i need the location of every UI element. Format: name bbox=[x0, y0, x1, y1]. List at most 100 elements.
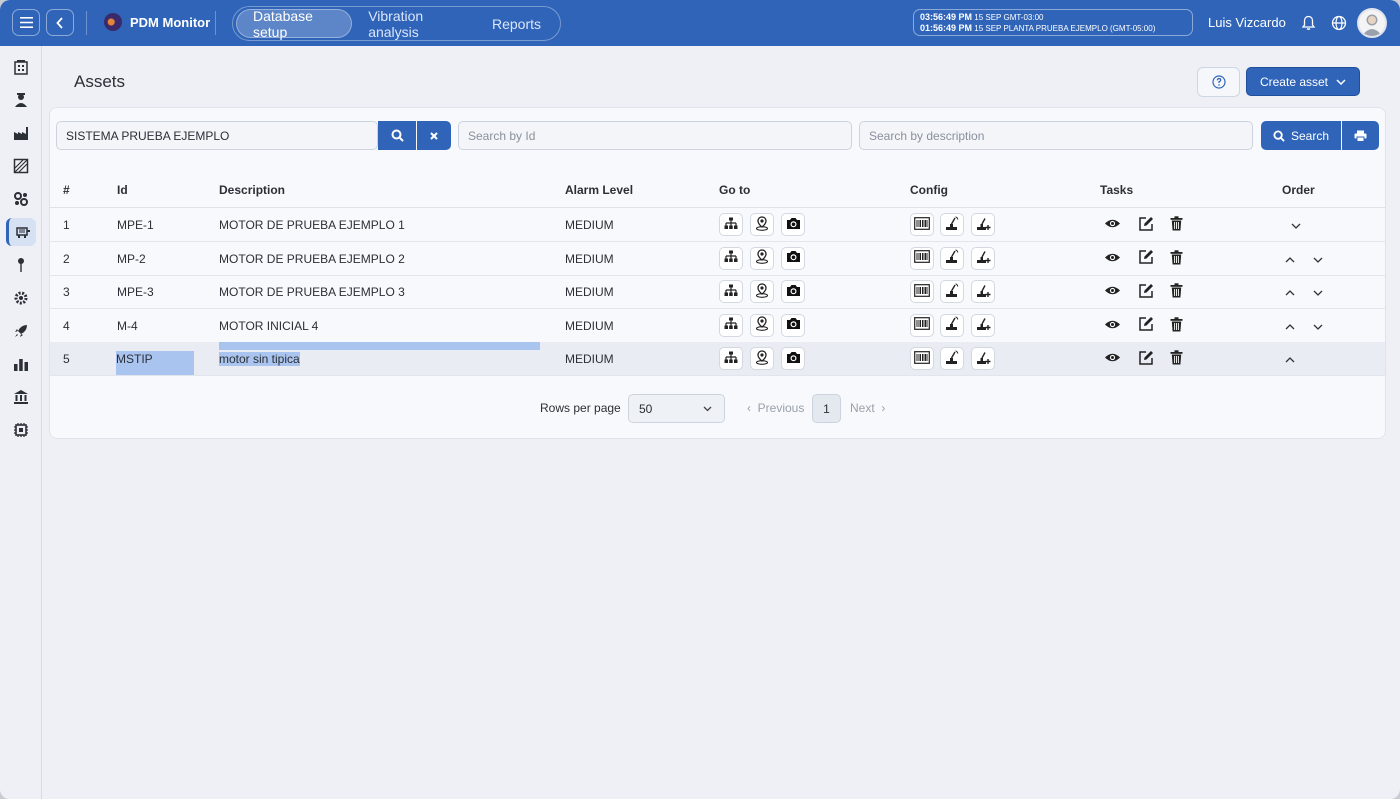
sidebar-item-assets[interactable] bbox=[6, 218, 36, 246]
move-up-button[interactable] bbox=[1279, 348, 1301, 370]
delete-button[interactable] bbox=[1165, 348, 1187, 370]
menu-button[interactable] bbox=[12, 9, 40, 36]
globe-icon[interactable] bbox=[1327, 11, 1351, 35]
delete-button[interactable] bbox=[1165, 214, 1187, 236]
view-button[interactable] bbox=[1101, 348, 1123, 370]
sidebar-item-components[interactable] bbox=[6, 284, 36, 312]
avatar[interactable] bbox=[1357, 8, 1387, 38]
goto-location-button[interactable] bbox=[750, 280, 774, 304]
system-clear-button[interactable] bbox=[417, 121, 451, 150]
sidebar-item-launch[interactable] bbox=[6, 317, 36, 345]
print-button[interactable] bbox=[1342, 121, 1379, 150]
goto-hierarchy-button[interactable] bbox=[719, 213, 743, 236]
sidebar-item-devices[interactable] bbox=[6, 416, 36, 444]
table-row[interactable]: 5 MSTIP motor sin tipica MEDIUM bbox=[50, 342, 1385, 377]
move-up-button[interactable] bbox=[1279, 248, 1301, 270]
system-search-button[interactable] bbox=[378, 121, 416, 150]
goto-location-button[interactable] bbox=[750, 246, 774, 270]
sidebar-item-plants[interactable] bbox=[6, 119, 36, 147]
tab-database-setup[interactable]: Database setup bbox=[236, 8, 353, 40]
delete-button[interactable] bbox=[1165, 315, 1187, 337]
asset-id[interactable]: MP-2 bbox=[117, 252, 146, 266]
config-barcode-button[interactable] bbox=[910, 246, 934, 270]
move-up-button[interactable] bbox=[1279, 315, 1301, 337]
sidebar-item-reports[interactable] bbox=[6, 350, 36, 378]
create-asset-button[interactable]: Create asset bbox=[1246, 67, 1360, 96]
rows-per-page-select[interactable]: 50 bbox=[628, 394, 725, 423]
tab-vibration-analysis[interactable]: Vibration analysis bbox=[352, 8, 476, 40]
config-barcode-button[interactable] bbox=[910, 347, 934, 371]
goto-photo-button[interactable] bbox=[781, 280, 805, 304]
back-button[interactable] bbox=[46, 9, 74, 36]
search-id-input[interactable]: Search by Id bbox=[458, 121, 852, 150]
search-button[interactable]: Search bbox=[1261, 121, 1341, 150]
system-filter-input[interactable]: SISTEMA PRUEBA EJEMPLO bbox=[56, 121, 378, 150]
user-name[interactable]: Luis Vizcardo bbox=[1208, 15, 1286, 30]
edit-button[interactable] bbox=[1135, 315, 1157, 337]
config-add-sensor-button[interactable] bbox=[971, 313, 995, 337]
goto-hierarchy-button[interactable] bbox=[719, 280, 743, 304]
move-down-button[interactable] bbox=[1307, 281, 1329, 303]
edit-button[interactable] bbox=[1135, 214, 1157, 236]
edit-button[interactable] bbox=[1135, 348, 1157, 370]
sidebar-item-institution[interactable] bbox=[6, 383, 36, 411]
tab-reports[interactable]: Reports bbox=[476, 9, 557, 38]
config-add-sensor-button[interactable] bbox=[971, 213, 995, 236]
asset-description[interactable]: motor sin tipica bbox=[219, 352, 300, 367]
edit-button[interactable] bbox=[1135, 281, 1157, 303]
asset-id[interactable]: MPE-3 bbox=[117, 285, 154, 299]
config-barcode-button[interactable] bbox=[910, 313, 934, 337]
goto-photo-button[interactable] bbox=[781, 246, 805, 270]
delete-button[interactable] bbox=[1165, 248, 1187, 270]
edit-button[interactable] bbox=[1135, 248, 1157, 270]
goto-hierarchy-button[interactable] bbox=[719, 347, 743, 371]
sidebar-item-company[interactable] bbox=[6, 53, 36, 81]
view-button[interactable] bbox=[1101, 214, 1123, 236]
goto-hierarchy-button[interactable] bbox=[719, 246, 743, 270]
move-down-button[interactable] bbox=[1307, 248, 1329, 270]
asset-description[interactable]: MOTOR DE PRUEBA EJEMPLO 1 bbox=[219, 218, 405, 232]
config-barcode-button[interactable] bbox=[910, 280, 934, 304]
search-description-input[interactable]: Search by description bbox=[859, 121, 1253, 150]
goto-photo-button[interactable] bbox=[781, 213, 805, 236]
page-number-button[interactable]: 1 bbox=[812, 394, 841, 423]
view-button[interactable] bbox=[1101, 315, 1123, 337]
asset-id[interactable]: MPE-1 bbox=[117, 218, 154, 232]
goto-photo-button[interactable] bbox=[781, 313, 805, 337]
view-button[interactable] bbox=[1101, 281, 1123, 303]
bell-icon[interactable] bbox=[1296, 11, 1320, 35]
table-row[interactable]: 4 M-4 MOTOR INICIAL 4 MEDIUM bbox=[50, 309, 1385, 343]
next-page-button[interactable]: Next › bbox=[850, 401, 885, 415]
table-row[interactable]: 2 MP-2 MOTOR DE PRUEBA EJEMPLO 2 MEDIUM bbox=[50, 242, 1385, 276]
config-sensor-button[interactable] bbox=[940, 213, 964, 236]
move-down-button[interactable] bbox=[1285, 214, 1307, 236]
asset-id[interactable]: MSTIP bbox=[116, 351, 194, 376]
sidebar-item-systems[interactable] bbox=[6, 185, 36, 213]
previous-page-button[interactable]: ‹ Previous bbox=[747, 401, 804, 415]
sidebar-item-users[interactable] bbox=[6, 86, 36, 114]
asset-description[interactable]: MOTOR DE PRUEBA EJEMPLO 2 bbox=[219, 252, 405, 266]
config-barcode-button[interactable] bbox=[910, 213, 934, 236]
brand[interactable]: PDM Monitor bbox=[104, 13, 210, 31]
asset-description[interactable]: MOTOR DE PRUEBA EJEMPLO 3 bbox=[219, 285, 405, 299]
goto-location-button[interactable] bbox=[750, 313, 774, 337]
move-down-button[interactable] bbox=[1307, 315, 1329, 337]
config-sensor-button[interactable] bbox=[940, 280, 964, 304]
table-row[interactable]: 3 MPE-3 MOTOR DE PRUEBA EJEMPLO 3 MEDIUM bbox=[50, 275, 1385, 310]
sidebar-item-points[interactable] bbox=[6, 251, 36, 279]
goto-photo-button[interactable] bbox=[781, 347, 805, 371]
asset-id[interactable]: M-4 bbox=[117, 319, 138, 333]
move-up-button[interactable] bbox=[1279, 281, 1301, 303]
config-sensor-button[interactable] bbox=[940, 347, 964, 371]
delete-button[interactable] bbox=[1165, 281, 1187, 303]
goto-location-button[interactable] bbox=[750, 213, 774, 236]
view-button[interactable] bbox=[1101, 248, 1123, 270]
sidebar-item-areas[interactable] bbox=[6, 152, 36, 180]
config-add-sensor-button[interactable] bbox=[971, 347, 995, 371]
config-add-sensor-button[interactable] bbox=[971, 280, 995, 304]
goto-hierarchy-button[interactable] bbox=[719, 313, 743, 337]
config-sensor-button[interactable] bbox=[940, 246, 964, 270]
goto-location-button[interactable] bbox=[750, 347, 774, 371]
config-sensor-button[interactable] bbox=[940, 313, 964, 337]
config-add-sensor-button[interactable] bbox=[971, 246, 995, 270]
